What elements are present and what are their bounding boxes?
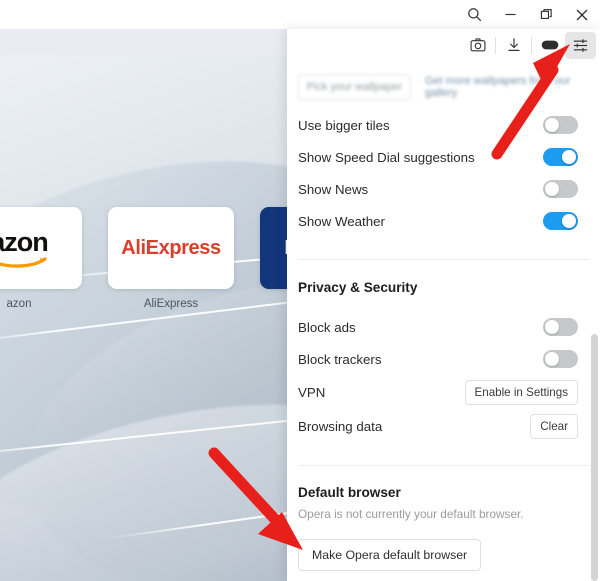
speed-dial-label: azon <box>6 298 32 310</box>
toolbar-divider <box>495 36 496 54</box>
setting-row-block-ads[interactable]: Block ads <box>287 311 600 343</box>
clear-browsing-data-button[interactable]: Clear <box>530 413 578 439</box>
toggle-knob <box>545 320 559 334</box>
setting-label: Block trackers <box>298 351 382 367</box>
speed-dial-item[interactable]: azon azon <box>0 207 82 310</box>
setting-label: Browsing data <box>298 418 383 434</box>
wallpaper-picker-row: Pick your wallpaper Get more wallpapers … <box>298 74 588 100</box>
setting-row-block-trackers[interactable]: Block trackers <box>287 343 600 375</box>
speed-dial-thumbnail[interactable]: AliExpress <box>108 207 234 289</box>
privacy-section-title: Privacy & Security <box>298 280 418 295</box>
wallpaper-gallery-link[interactable]: Get more wallpapers from our gallery <box>425 75 588 99</box>
speed-dial-thumbnail[interactable]: azon <box>0 207 82 289</box>
default-browser-description: Opera is not currently your default brow… <box>298 507 524 521</box>
amazon-wordmark: azon <box>0 227 49 257</box>
setting-label: Use bigger tiles <box>298 117 390 133</box>
panel-scroll-content: Pick your wallpaper Get more wallpapers … <box>287 59 600 581</box>
setting-row-speed-dial-suggestions[interactable]: Show Speed Dial suggestions <box>287 141 600 173</box>
aliexpress-logo: AliExpress <box>121 236 221 259</box>
speed-dial-label: AliExpress <box>143 298 199 310</box>
default-browser-section-title: Default browser <box>298 485 401 500</box>
toggle-show-news[interactable] <box>543 180 578 198</box>
toggle-speed-dial-suggestions[interactable] <box>543 148 578 166</box>
close-button[interactable] <box>564 0 600 29</box>
easy-setup-icon[interactable] <box>565 31 596 59</box>
toggle-knob <box>545 352 559 366</box>
window-titlebar <box>0 0 600 29</box>
dark-mode-icon[interactable] <box>534 32 565 59</box>
toggle-block-trackers[interactable] <box>543 350 578 368</box>
browser-window: azon azon AliExpress AliExpress <box>0 0 600 581</box>
easy-setup-panel: Pick your wallpaper Get more wallpapers … <box>287 29 600 581</box>
toggle-knob <box>562 214 576 228</box>
snapshot-icon[interactable] <box>462 32 493 59</box>
setting-row-vpn: VPN Enable in Settings <box>287 375 600 409</box>
search-icon[interactable] <box>456 0 492 29</box>
setting-row-show-weather[interactable]: Show Weather <box>287 205 600 237</box>
setting-label: Block ads <box>298 319 356 335</box>
panel-scrollbar-thumb[interactable] <box>591 334 598 581</box>
setting-row-browsing-data: Browsing data Clear <box>287 409 600 443</box>
restore-button[interactable] <box>528 0 564 29</box>
toggle-knob <box>545 118 559 132</box>
setting-label: Show Speed Dial suggestions <box>298 149 475 165</box>
setting-label: Show News <box>298 181 369 197</box>
panel-toolbar <box>462 30 596 60</box>
setting-row-use-bigger-tiles[interactable]: Use bigger tiles <box>287 109 600 141</box>
minimize-button[interactable] <box>492 0 528 29</box>
toggle-show-weather[interactable] <box>543 212 578 230</box>
appearance-settings-list: Use bigger tiles Show Speed Dial suggest… <box>287 109 600 581</box>
downloads-icon[interactable] <box>498 32 529 59</box>
setting-label: VPN <box>298 384 326 400</box>
make-opera-default-browser-button[interactable]: Make Opera default browser <box>298 539 482 571</box>
toggle-knob <box>562 150 576 164</box>
panel-scrollbar[interactable] <box>589 59 600 581</box>
amazon-logo: azon <box>0 227 49 268</box>
amazon-swoosh-icon <box>0 257 48 268</box>
enable-vpn-in-settings-button[interactable]: Enable in Settings <box>464 379 578 405</box>
toggle-use-bigger-tiles[interactable] <box>543 116 578 134</box>
setting-label: Show Weather <box>298 213 385 229</box>
pick-wallpaper-button[interactable]: Pick your wallpaper <box>298 74 411 100</box>
toggle-knob <box>545 182 559 196</box>
toggle-block-ads[interactable] <box>543 318 578 336</box>
speed-dial-item[interactable]: AliExpress AliExpress <box>108 207 234 310</box>
setting-row-show-news[interactable]: Show News <box>287 173 600 205</box>
toolbar-divider <box>531 36 532 54</box>
